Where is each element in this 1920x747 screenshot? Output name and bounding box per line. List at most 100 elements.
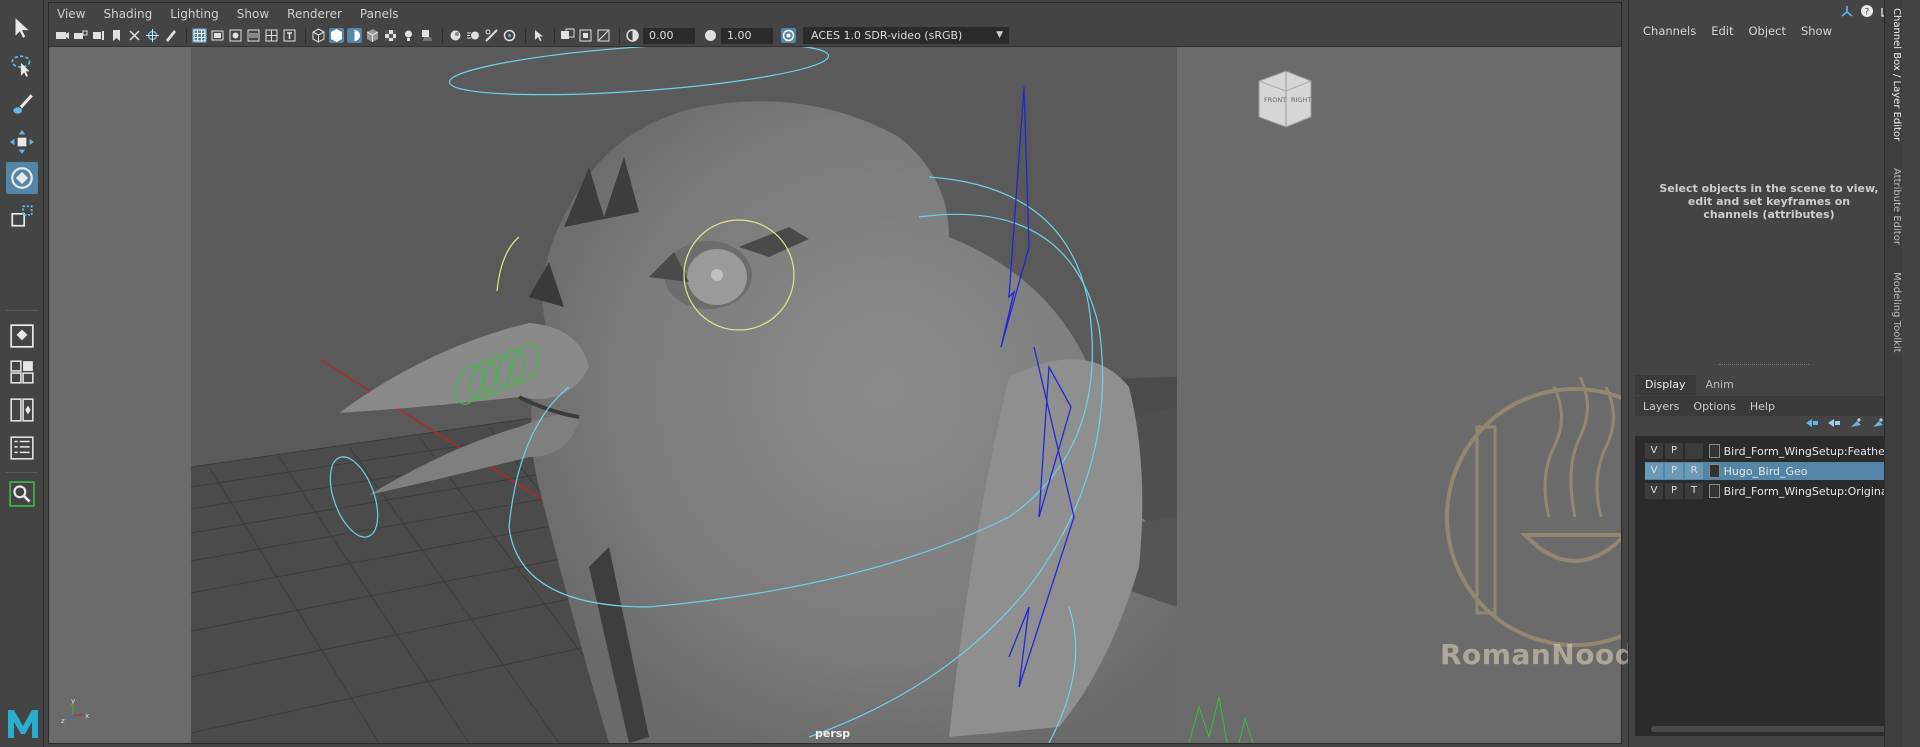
lasso-tool-button[interactable] xyxy=(6,50,38,82)
menu-show[interactable]: Show xyxy=(1801,24,1832,38)
tab-channel-box-layer-editor[interactable]: Channel Box / Layer Editor xyxy=(1886,8,1902,141)
panel-splitter[interactable] xyxy=(1719,364,1809,365)
layer-row[interactable]: V P Bird_Form_WingSetup:FeathersLa xyxy=(1645,442,1885,460)
wireframe-on-shaded-icon[interactable] xyxy=(365,28,380,43)
layer-visibility-toggle[interactable]: V xyxy=(1645,443,1664,459)
default-material-icon[interactable] xyxy=(347,28,362,43)
new-empty-layer-icon[interactable] xyxy=(1849,417,1863,429)
svg-text:x: x xyxy=(85,712,89,720)
exposure-icon[interactable] xyxy=(625,28,640,43)
shadows-icon[interactable] xyxy=(419,28,434,43)
3d-viewport[interactable]: x y z FRONT RIGHT persp xyxy=(49,47,1621,743)
toolbox-divider xyxy=(6,472,38,473)
single-perspective-layout-button[interactable] xyxy=(6,320,38,352)
resolution-gate-icon[interactable] xyxy=(228,28,243,43)
menu-channels[interactable]: Channels xyxy=(1643,24,1696,38)
color-management-dropdown[interactable]: ACES 1.0 SDR-video (sRGB) ▼ xyxy=(803,27,1009,44)
bookmark-icon[interactable] xyxy=(109,28,124,43)
gamma-field[interactable]: 1.00 xyxy=(721,27,773,44)
search-button[interactable] xyxy=(6,478,38,510)
layer-color-swatch[interactable] xyxy=(1709,444,1720,458)
depth-of-field-icon[interactable] xyxy=(502,28,517,43)
menu-renderer[interactable]: Renderer xyxy=(287,7,342,21)
tab-modeling-toolkit[interactable]: Modeling Toolkit xyxy=(1886,272,1902,353)
safe-title-icon[interactable] xyxy=(282,28,297,43)
xray-joints-icon[interactable] xyxy=(578,28,593,43)
motion-blur-icon[interactable] xyxy=(466,28,481,43)
move-layer-down-icon[interactable] xyxy=(1827,417,1841,429)
layer-playback-toggle[interactable]: P xyxy=(1665,483,1684,499)
select-camera-icon[interactable] xyxy=(55,28,70,43)
film-gate-icon[interactable] xyxy=(210,28,225,43)
channel-box-menu: Channels Edit Object Show xyxy=(1629,20,1847,42)
layer-display-type-toggle[interactable]: T xyxy=(1685,483,1704,499)
layer-color-swatch[interactable] xyxy=(1709,464,1720,478)
xray-icon[interactable] xyxy=(560,28,575,43)
scale-icon xyxy=(11,205,33,227)
menu-edit[interactable]: Edit xyxy=(1711,24,1733,38)
outliner-layout-button[interactable] xyxy=(6,432,38,464)
color-management-icon[interactable] xyxy=(781,28,796,43)
move-tool-button[interactable] xyxy=(6,126,38,158)
layer-playback-toggle[interactable]: P xyxy=(1665,443,1684,459)
help-icon[interactable]: ? xyxy=(1860,4,1874,18)
view-cube[interactable]: FRONT RIGHT xyxy=(1258,70,1312,128)
menu-panels[interactable]: Panels xyxy=(360,7,399,21)
menu-layers[interactable]: Layers xyxy=(1643,400,1679,413)
menu-help[interactable]: Help xyxy=(1750,400,1775,413)
scale-tool-button[interactable] xyxy=(6,200,38,232)
menu-view[interactable]: View xyxy=(57,7,85,21)
menu-lighting[interactable]: Lighting xyxy=(170,7,219,21)
field-chart-icon[interactable] xyxy=(264,28,279,43)
layer-row-selected[interactable]: V P R Hugo_Bird_Geo xyxy=(1645,462,1885,480)
anti-aliasing-icon[interactable] xyxy=(484,28,499,43)
menu-object[interactable]: Object xyxy=(1749,24,1786,38)
menu-options[interactable]: Options xyxy=(1693,400,1735,413)
lasso-icon xyxy=(11,55,31,77)
axes-icon[interactable] xyxy=(1840,4,1854,18)
gate-mask-icon[interactable] xyxy=(246,28,261,43)
toolbox xyxy=(0,0,44,747)
isolate-select-icon[interactable] xyxy=(531,28,546,43)
layer-editor-icons xyxy=(1805,417,1885,429)
wireframe-icon[interactable] xyxy=(311,28,326,43)
screen-space-ao-icon[interactable] xyxy=(448,28,463,43)
move-layer-up-icon[interactable] xyxy=(1805,417,1819,429)
grease-pencil-icon[interactable] xyxy=(163,28,178,43)
layer-playback-toggle[interactable]: P xyxy=(1665,463,1684,479)
horizontal-scrollbar[interactable] xyxy=(1651,726,1887,732)
exposure-field[interactable]: 0.00 xyxy=(643,27,695,44)
paint-select-tool-button[interactable] xyxy=(6,88,38,120)
menu-show[interactable]: Show xyxy=(237,7,269,21)
lock-camera-icon[interactable] xyxy=(73,28,88,43)
tab-display[interactable]: Display xyxy=(1635,375,1696,395)
backface-culling-icon[interactable] xyxy=(596,28,611,43)
layer-display-type-toggle[interactable] xyxy=(1685,443,1704,459)
tab-anim[interactable]: Anim xyxy=(1696,375,1744,395)
svg-text:y: y xyxy=(71,697,75,705)
grid-icon[interactable] xyxy=(192,28,207,43)
tab-attribute-editor[interactable]: Attribute Editor xyxy=(1886,168,1902,245)
lights-icon[interactable] xyxy=(401,28,416,43)
menu-shading[interactable]: Shading xyxy=(103,7,152,21)
viewport-panel: View Shading Lighting Show Renderer Pane… xyxy=(48,2,1622,744)
2d-pan-zoom-icon[interactable] xyxy=(145,28,160,43)
camera-attributes-icon[interactable] xyxy=(91,28,106,43)
layer-color-swatch[interactable] xyxy=(1709,484,1720,498)
textured-icon[interactable] xyxy=(383,28,398,43)
rotate-tool-button[interactable] xyxy=(6,162,38,194)
image-plane-icon[interactable] xyxy=(127,28,142,43)
layer-display-type-toggle[interactable]: R xyxy=(1685,463,1704,479)
toolbox-divider xyxy=(6,310,38,311)
select-tool-button[interactable] xyxy=(6,12,38,44)
new-layer-selected-icon[interactable] xyxy=(1871,417,1885,429)
four-view-layout-button[interactable] xyxy=(6,356,38,388)
smooth-shade-icon[interactable] xyxy=(329,28,344,43)
gamma-icon[interactable] xyxy=(703,28,718,43)
two-view-layout-button[interactable] xyxy=(6,394,38,426)
four-view-icon xyxy=(10,360,34,384)
layer-visibility-toggle[interactable]: V xyxy=(1645,463,1664,479)
viewport-menubar: View Shading Lighting Show Renderer Pane… xyxy=(49,3,1621,25)
layer-visibility-toggle[interactable]: V xyxy=(1645,483,1664,499)
layer-row[interactable]: V P T Bird_Form_WingSetup:Original xyxy=(1645,482,1885,500)
